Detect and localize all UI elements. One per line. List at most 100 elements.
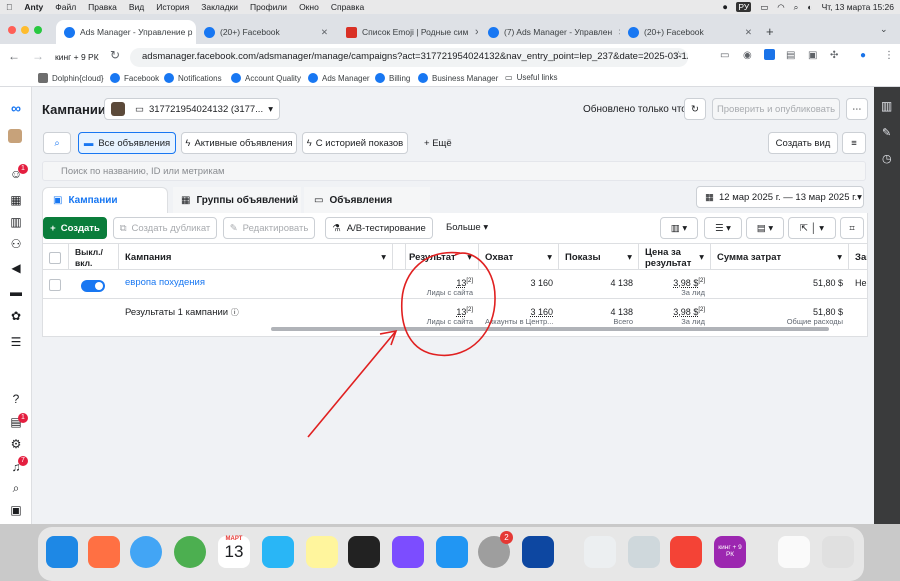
anty-profile-icon[interactable]: кинг + 9 РК — [714, 536, 746, 568]
close-tab-icon[interactable]: ✕ — [739, 27, 752, 38]
browser-menu-icon[interactable]: ⋮ — [884, 50, 894, 61]
tab-emoji[interactable]: Список Emoji | Родные сим ✕ — [338, 20, 478, 44]
facebook-icon — [375, 73, 385, 83]
facebook-icon — [110, 73, 120, 83]
emoji-site-icon — [346, 26, 357, 38]
menu-bookmarks[interactable]: Закладки — [201, 2, 238, 12]
bookmark-ads-manager[interactable]: Ads Manager — [308, 73, 370, 83]
ads-manager-page: ∞ ☺ 1 ▦ ▥ ⚇ ◀ ▬ ✿ ☰ ? ▤ 1 ⚙ ♫ 7 ⌕ ▣ Камп… — [0, 87, 874, 524]
control-center-icon[interactable]: ◐ — [807, 2, 812, 12]
menu-view[interactable]: Вид — [129, 2, 144, 12]
tab-facebook[interactable]: (20+) Facebook ✕ — [196, 20, 336, 44]
bookmark-notifications[interactable]: Notifications — [164, 73, 222, 83]
recent-document-icon[interactable] — [778, 536, 810, 568]
bookmark-business-manager[interactable]: Business Manager — [418, 73, 498, 83]
edit-pencil-icon[interactable]: ✎ — [882, 126, 891, 139]
menubar-clock[interactable]: Чт, 13 марта 15:26 — [822, 2, 894, 12]
menu-file[interactable]: Файл — [55, 2, 76, 12]
close-tab-icon[interactable]: ✕ — [612, 27, 620, 38]
camera-icon[interactable]: ▭ — [720, 50, 729, 61]
textedit-icon[interactable] — [584, 536, 616, 568]
bookmark-useful-links[interactable]: ▭ Useful links — [505, 73, 557, 82]
red-annotation — [307, 251, 496, 438]
folder-icon: ▭ — [505, 73, 513, 82]
menu-history[interactable]: История — [156, 2, 189, 12]
browser-tab-bar: Ads Manager - Управление р ✕ (20+) Faceb… — [0, 14, 900, 44]
reload-icon[interactable]: ↻ — [110, 48, 120, 62]
tab-title: (7) Ads Manager - Управлен — [504, 27, 613, 37]
facebook-icon — [204, 26, 215, 38]
extensions-puzzle-icon[interactable]: ✣ — [830, 50, 838, 61]
extension-icon[interactable]: ◉ — [743, 50, 752, 61]
keyboard-layout[interactable]: РУ — [736, 2, 752, 12]
bookmark-label: Ads Manager — [322, 73, 370, 83]
wifi-icon[interactable]: ◠ — [777, 2, 784, 13]
bookmark-star-icon[interactable]: ☆ — [674, 50, 683, 61]
browser-toolbar: ← → кинг + 9 РК ↻ adsmanager.facebook.co… — [0, 44, 900, 70]
meta-icon — [488, 26, 499, 38]
address-bar[interactable]: adsmanager.facebook.com/adsmanager/manag… — [130, 48, 688, 67]
facebook-icon — [164, 73, 174, 83]
menubar-app[interactable]: Anty — [24, 2, 43, 12]
panel-icon[interactable]: ▥ — [881, 99, 892, 113]
calendar-day: 13 — [224, 542, 244, 561]
davinci-icon[interactable] — [348, 536, 380, 568]
dolphin-icon — [38, 73, 48, 83]
tab-title: Список Emoji | Родные сим — [362, 27, 469, 37]
close-tab-icon[interactable]: ✕ — [315, 27, 328, 38]
preview-icon[interactable] — [628, 536, 660, 568]
battery-icon[interactable]: ▭ — [760, 2, 768, 13]
bookmark-dolphin[interactable]: Dolphin{cloud} — [38, 73, 104, 83]
menu-profiles[interactable]: Профили — [250, 2, 287, 12]
quicktime-icon[interactable] — [522, 536, 554, 568]
menu-edit[interactable]: Правка — [88, 2, 117, 12]
settings-badge: 2 — [500, 531, 513, 544]
menu-window[interactable]: Окно — [299, 2, 319, 12]
tab-ads-manager[interactable]: Ads Manager - Управление р ✕ — [56, 20, 196, 44]
record-icon[interactable]: ⏺ — [723, 2, 727, 13]
tab-title: Ads Manager - Управление р — [80, 27, 193, 37]
bookmark-label: Business Manager — [432, 73, 499, 83]
tab-facebook-2[interactable]: (20+) Facebook ✕ — [620, 20, 760, 44]
chrome-icon[interactable] — [174, 536, 206, 568]
bookmark-account-quality[interactable]: Account Quality — [231, 73, 301, 83]
back-icon[interactable]: ← — [8, 49, 20, 63]
bookmark-label: Useful links — [516, 73, 558, 82]
menu-help[interactable]: Справка — [331, 2, 364, 12]
launchpad-icon[interactable] — [88, 536, 120, 568]
bookmark-label: Notifications — [178, 73, 222, 83]
new-tab-button[interactable]: + — [766, 24, 774, 39]
dolphin-anty-icon[interactable] — [392, 536, 424, 568]
tab-ads-manager-2[interactable]: (7) Ads Manager - Управлен ✕ — [480, 20, 620, 44]
finder-icon[interactable] — [46, 536, 78, 568]
forward-icon[interactable]: → — [32, 49, 44, 63]
extension-blue-icon[interactable] — [764, 49, 775, 60]
trash-icon[interactable] — [822, 536, 854, 568]
history-clock-icon[interactable]: ◷ — [882, 152, 892, 165]
apple-icon[interactable]:  — [6, 2, 12, 12]
close-tab-icon[interactable]: ✕ — [468, 27, 478, 38]
calendar-icon[interactable]: МАРТ 13 — [218, 536, 250, 568]
meta-icon — [64, 26, 75, 38]
window-controls — [8, 26, 42, 34]
bookmark-facebook[interactable]: Facebook — [110, 73, 159, 83]
tab-search-icon[interactable]: ⌄ — [880, 24, 888, 35]
profile-label: кинг + 9 РК — [718, 544, 742, 558]
mac-dock: МАРТ 13 2 кинг + 9 РК — [38, 527, 864, 581]
search-icon[interactable]: ⌕ — [794, 2, 799, 13]
close-window-button[interactable] — [8, 26, 16, 34]
app-store-icon[interactable] — [436, 536, 468, 568]
safari-icon[interactable] — [130, 536, 162, 568]
extension-icon-3[interactable]: ▣ — [808, 50, 817, 61]
notes-icon[interactable] — [306, 536, 338, 568]
profile-label[interactable]: кинг + 9 РК — [55, 52, 99, 62]
bookmark-label: Billing — [389, 73, 411, 83]
telegram-icon[interactable] — [262, 536, 294, 568]
bookmark-billing[interactable]: Billing — [375, 73, 410, 83]
extension-icon-2[interactable]: ▤ — [786, 50, 795, 61]
annotation-circle — [400, 251, 496, 357]
music-icon[interactable] — [670, 536, 702, 568]
zoom-window-button[interactable] — [34, 26, 42, 34]
minimize-window-button[interactable] — [21, 26, 29, 34]
profile-avatar-icon[interactable]: ● — [860, 50, 866, 61]
